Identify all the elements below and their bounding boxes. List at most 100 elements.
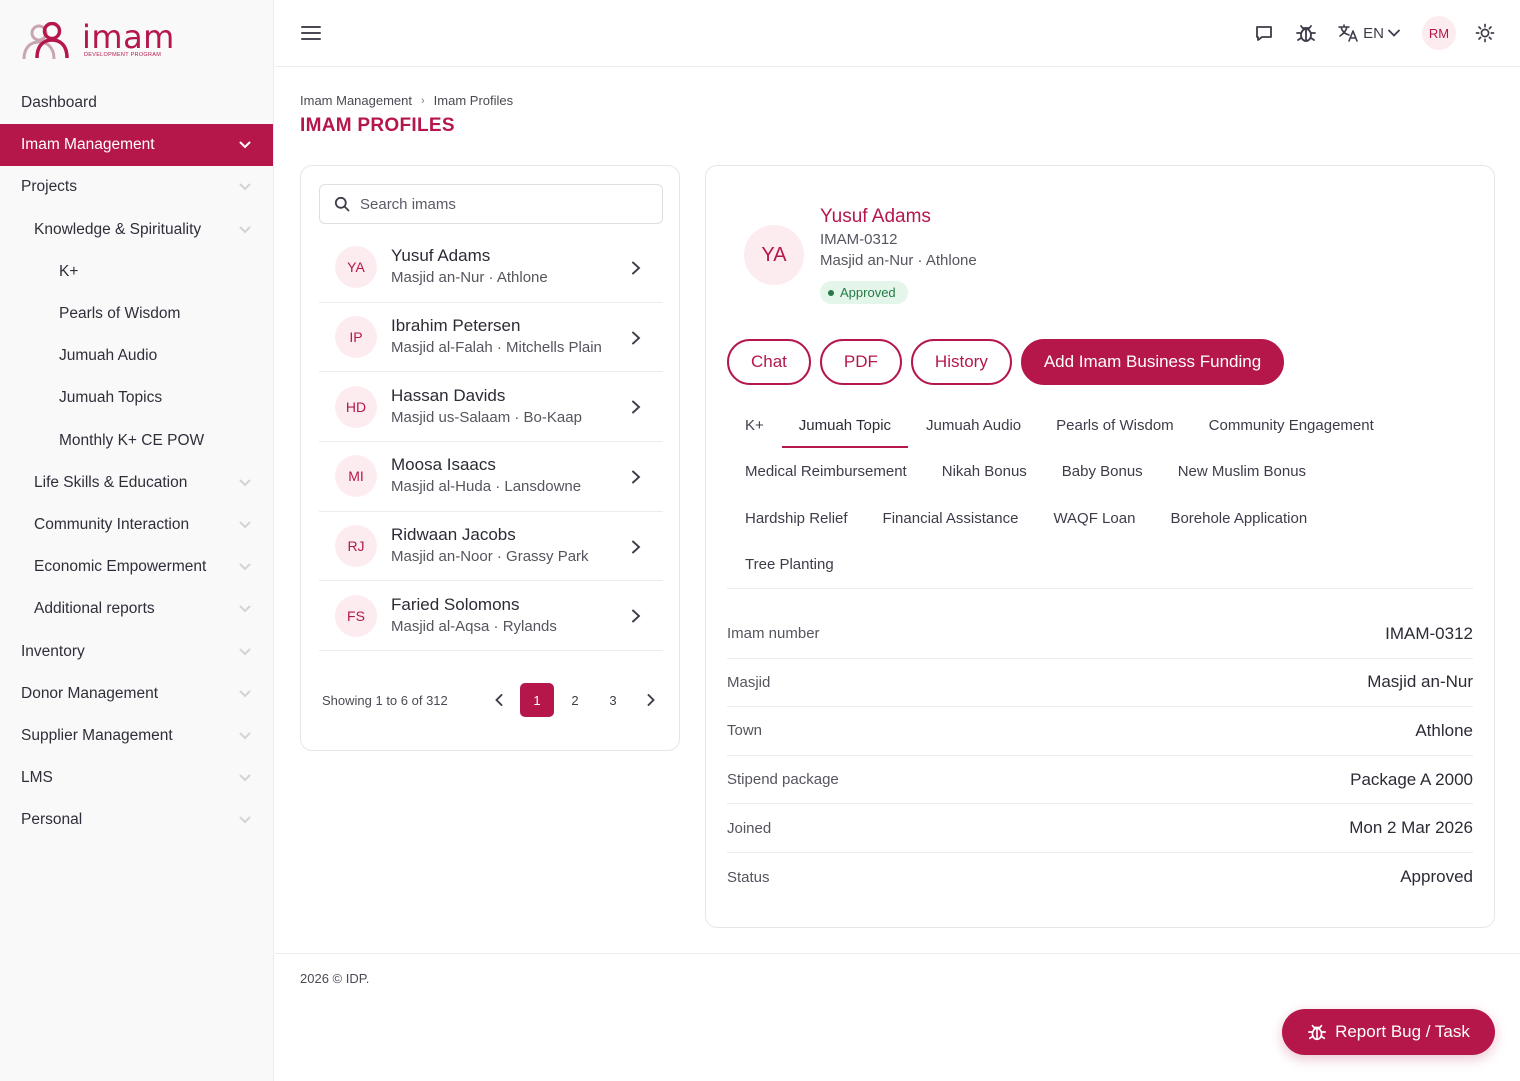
search-input[interactable] (360, 195, 650, 213)
sidebar-item[interactable]: Knowledge & Spirituality (0, 209, 273, 251)
report-bug-button[interactable]: Report Bug / Task (1282, 1009, 1495, 1055)
user-avatar[interactable]: RM (1422, 16, 1456, 50)
detail-tab[interactable]: WAQF Loan (1053, 495, 1135, 541)
imam-avatar: IP (335, 316, 377, 359)
sidebar-item-label: Personal (21, 811, 83, 829)
sidebar-item[interactable]: LMS (0, 757, 273, 799)
status-badge: Approved (820, 281, 908, 304)
chevron-right-icon (632, 261, 641, 275)
sidebar-item-label: Knowledge & Spirituality (34, 220, 202, 238)
sidebar-item[interactable]: Life Skills & Education (0, 462, 273, 504)
imam-list-item[interactable]: YA Yusuf Adams Masjid an-Nur · Athlone (319, 233, 663, 303)
detail-location: Masjid an-Nur · Athlone (820, 252, 977, 269)
sidebar-item[interactable]: Jumuah Topics (0, 377, 273, 419)
add-business-funding-button[interactable]: Add Imam Business Funding (1020, 339, 1285, 385)
sidebar-item[interactable]: Projects (0, 166, 273, 208)
imam-avatar: FS (335, 594, 377, 637)
imam-list-item[interactable]: IP Ibrahim Petersen Masjid al-Falah · Mitc… (319, 303, 663, 373)
breadcrumb-item[interactable]: Imam Profiles (434, 93, 513, 108)
language-selector[interactable]: EN (1337, 23, 1400, 43)
page-button[interactable]: 2 (558, 683, 592, 717)
detail-info-list: Imam number IMAM-0312 Masjid Masjid an-Nur T… (727, 610, 1473, 902)
chevron-right-icon (632, 609, 641, 623)
sidebar-item-label: Economic Empowerment (34, 558, 207, 576)
chevron-down-icon (239, 732, 251, 740)
chevron-right-icon (632, 400, 641, 414)
info-row: Stipend package Package A 2000 (727, 756, 1473, 805)
detail-tab[interactable]: Jumuah Topic (781, 402, 909, 449)
menu-icon[interactable] (301, 24, 321, 42)
imam-detail-card: YA Yusuf Adams IMAM-0312 Masjid an-Nur ·… (705, 165, 1495, 928)
chevron-down-icon (239, 226, 251, 234)
pdf-button[interactable]: PDF (819, 339, 902, 385)
imam-location: Masjid an-Nur · Athlone (391, 269, 548, 287)
info-value: IMAM-0312 (1385, 623, 1473, 643)
detail-tabs: K+ Jumuah Topic Jumuah Audio Pearls of Wisd… (727, 402, 1473, 589)
language-code: EN (1363, 24, 1384, 42)
detail-tab[interactable]: Financial Assistance (883, 495, 1019, 541)
detail-tab[interactable]: Borehole Application (1170, 495, 1307, 541)
imam-name: Faried Solomons (391, 594, 520, 614)
sidebar-item-label: Donor Management (21, 684, 158, 702)
chevron-left-icon (495, 694, 503, 706)
sidebar-item[interactable]: Additional reports (0, 588, 273, 630)
page-button[interactable]: 1 (520, 683, 554, 717)
detail-tab[interactable]: Jumuah Audio (926, 402, 1021, 448)
detail-tab[interactable]: Nikah Bonus (942, 449, 1027, 495)
imam-list-card: YA Yusuf Adams Masjid an-Nur · Athlone IP Ib… (300, 165, 680, 751)
imam-list-item[interactable]: HD Hassan Davids Masjid us-Salaam · Bo-Kaa… (319, 372, 663, 443)
chat-button[interactable]: Chat (727, 339, 811, 385)
detail-tab[interactable]: Hardship Relief (745, 495, 848, 541)
sidebar-item[interactable]: Imam Management (0, 124, 273, 167)
history-button[interactable]: History (910, 339, 1012, 385)
detail-tab[interactable]: K+ (745, 402, 764, 448)
sidebar-item-label: LMS (21, 769, 53, 787)
detail-tab[interactable]: Tree Planting (745, 542, 834, 588)
info-value: Athlone (1415, 720, 1473, 740)
info-label: Status (727, 868, 770, 886)
pagination: Showing 1 to 6 of 312 123 (322, 683, 662, 717)
footer-copyright: 2026 © IDP. (300, 971, 370, 986)
sidebar-item[interactable]: Pearls of Wisdom (0, 293, 273, 335)
sidebar-item[interactable]: Community Interaction (0, 504, 273, 546)
detail-tab[interactable]: Pearls of Wisdom (1056, 402, 1174, 448)
detail-name: Yusuf Adams (820, 206, 931, 227)
imam-avatar: HD (335, 385, 377, 428)
chevron-down-icon (239, 521, 251, 529)
chat-icon[interactable] (1253, 22, 1275, 44)
sidebar-item[interactable]: Supplier Management (0, 715, 273, 757)
tab-row: K+ Jumuah Topic Jumuah Audio Pearls of Wisd… (727, 402, 1473, 449)
breadcrumb-separator: › (421, 94, 425, 107)
detail-tab[interactable]: Community Engagement (1209, 402, 1374, 448)
prev-page-button[interactable] (482, 683, 516, 717)
sidebar-item[interactable]: Inventory (0, 630, 273, 672)
detail-tab[interactable]: New Muslim Bonus (1178, 449, 1306, 495)
sidebar-item-label: Jumuah Audio (59, 347, 158, 365)
brand-logo[interactable]: imam DEVELOPMENT PROGRAM (20, 21, 175, 62)
detail-tab[interactable]: Baby Bonus (1062, 449, 1143, 495)
people-logo-icon (22, 22, 69, 60)
chevron-down-icon (239, 690, 251, 698)
detail-tab[interactable]: Medical Reimbursement (745, 449, 907, 495)
info-value: Mon 2 Mar 2026 (1349, 818, 1473, 838)
sun-icon[interactable] (1474, 22, 1496, 44)
breadcrumb-item[interactable]: Imam Management (300, 93, 412, 108)
status-dot-icon (828, 289, 834, 296)
bug-icon[interactable] (1295, 22, 1317, 44)
sidebar-item[interactable]: Monthly K+ CE POW (0, 420, 273, 462)
sidebar-item[interactable]: Donor Management (0, 673, 273, 715)
sidebar-item[interactable]: K+ (0, 251, 273, 293)
page-button[interactable]: 3 (596, 683, 630, 717)
next-page-button[interactable] (634, 683, 668, 717)
sidebar-item[interactable]: Dashboard (0, 82, 273, 124)
imam-list-item[interactable]: FS Faried Solomons Masjid al-Aqsa · Ryland… (319, 581, 663, 652)
sidebar-item[interactable]: Economic Empowerment (0, 546, 273, 588)
info-label: Imam number (727, 625, 820, 643)
sidebar-item[interactable]: Jumuah Audio (0, 335, 273, 377)
imam-list-item[interactable]: RJ Ridwaan Jacobs Masjid an-Noor · Grassy … (319, 512, 663, 582)
detail-avatar: YA (744, 225, 804, 285)
sidebar-item[interactable]: Personal (0, 799, 273, 841)
top-bar: EN RM (275, 0, 1520, 67)
imam-list-item[interactable]: MI Moosa Isaacs Masjid al-Huda · Lansdowne (319, 442, 663, 512)
imam-location: Masjid al-Aqsa · Rylands (391, 617, 557, 635)
